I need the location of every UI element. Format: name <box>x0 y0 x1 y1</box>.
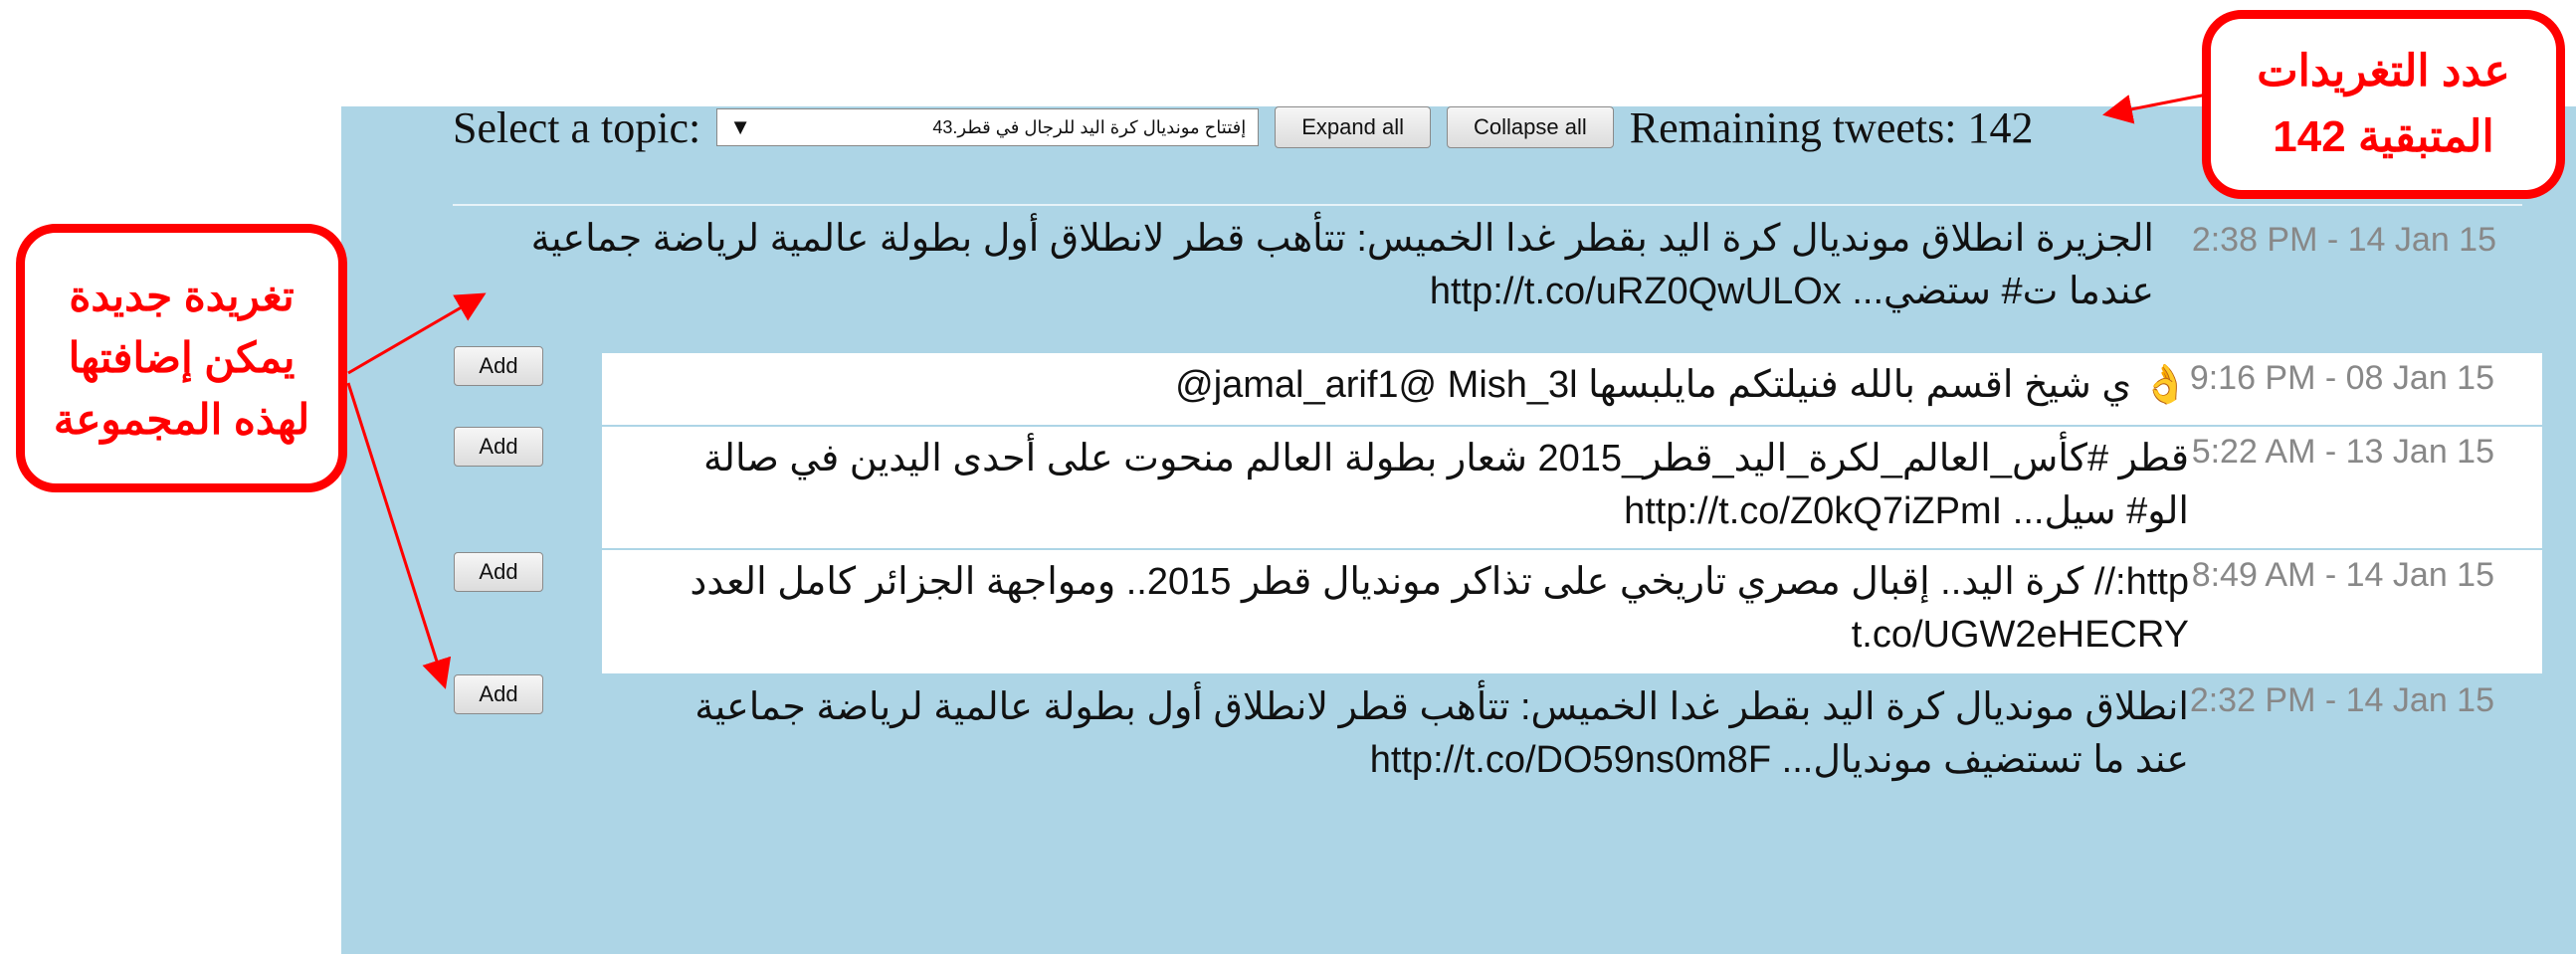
topic-select[interactable]: إفتتاح مونديال كرة اليد للرجال في قطر.43… <box>716 108 1260 146</box>
remaining-callout: عدد التغريدات المتبقية 142 <box>2202 10 2565 199</box>
candidate-tweet-time: 2:32 PM - 14 Jan 15 <box>2189 681 2494 719</box>
header-divider <box>453 204 2522 206</box>
current-tweet: الجزيرة انطلاق مونديال كرة اليد بقطر غدا… <box>453 213 2576 342</box>
add-tweet-button[interactable]: Add <box>454 346 543 386</box>
current-tweet-time: 2:38 PM - 14 Jan 15 <box>2191 221 2496 259</box>
candidate-tweet: 👌 ي شيخ اقسم بالله فنيلتكم مايلبسها jama… <box>602 353 2542 425</box>
current-tweet-text: الجزيرة انطلاق مونديال كرة اليد بقطر غدا… <box>530 218 2154 312</box>
topic-label: Select a topic: <box>453 102 701 152</box>
candidate-tweet: انطلاق مونديال كرة اليد بقطر غدا الخميس:… <box>602 675 2542 805</box>
callout-line: يمكن إضافتها <box>68 334 296 381</box>
callout-line: المتبقية 142 <box>2273 112 2494 161</box>
callout-line: عدد التغريدات <box>2257 47 2510 95</box>
topic-select-value: إفتتاح مونديال كرة اليد للرجال في قطر.43 <box>932 116 1247 137</box>
callout-line: تغريدة جديدة <box>69 273 295 319</box>
remaining-tweets-count: Remaining tweets: 142 <box>1629 102 2034 152</box>
candidate-tweet: قطر #كأس_العالم_لكرة_اليد_قطر_2015 شعار … <box>602 427 2542 548</box>
add-callout: تغريدة جديدة يمكن إضافتها لهذه المجموعة <box>16 224 347 492</box>
candidate-tweet-time: 5:22 AM - 13 Jan 15 <box>2191 433 2494 471</box>
candidate-tweet-time: 8:49 AM - 14 Jan 15 <box>2191 556 2494 594</box>
collapse-all-button[interactable]: Collapse all <box>1447 106 1614 148</box>
candidate-tweet-time: 9:16 PM - 08 Jan 15 <box>2189 359 2494 397</box>
dropdown-arrow-icon: ▼ <box>729 114 752 139</box>
add-tweet-button[interactable]: Add <box>454 674 543 714</box>
candidate-tweet-text: قطر #كأس_العالم_لكرة_اليد_قطر_2015 شعار … <box>703 438 2189 532</box>
candidate-tweet-text: 👌 ي شيخ اقسم بالله فنيلتكم مايلبسها jama… <box>1175 364 2189 406</box>
add-tweet-button[interactable]: Add <box>454 427 543 467</box>
candidate-tweet: http:// كرة اليد.. إقبال مصري تاريخي على… <box>602 550 2542 673</box>
callout-line: لهذه المجموعة <box>53 396 310 443</box>
candidate-tweet-text: انطلاق مونديال كرة اليد بقطر غدا الخميس:… <box>694 686 2189 781</box>
expand-all-button[interactable]: Expand all <box>1275 106 1431 148</box>
candidate-tweet-text: http:// كرة اليد.. إقبال مصري تاريخي على… <box>690 561 2189 656</box>
add-tweet-button[interactable]: Add <box>454 552 543 592</box>
topic-toolbar: Select a topic: إفتتاح مونديال كرة اليد … <box>453 97 2033 157</box>
